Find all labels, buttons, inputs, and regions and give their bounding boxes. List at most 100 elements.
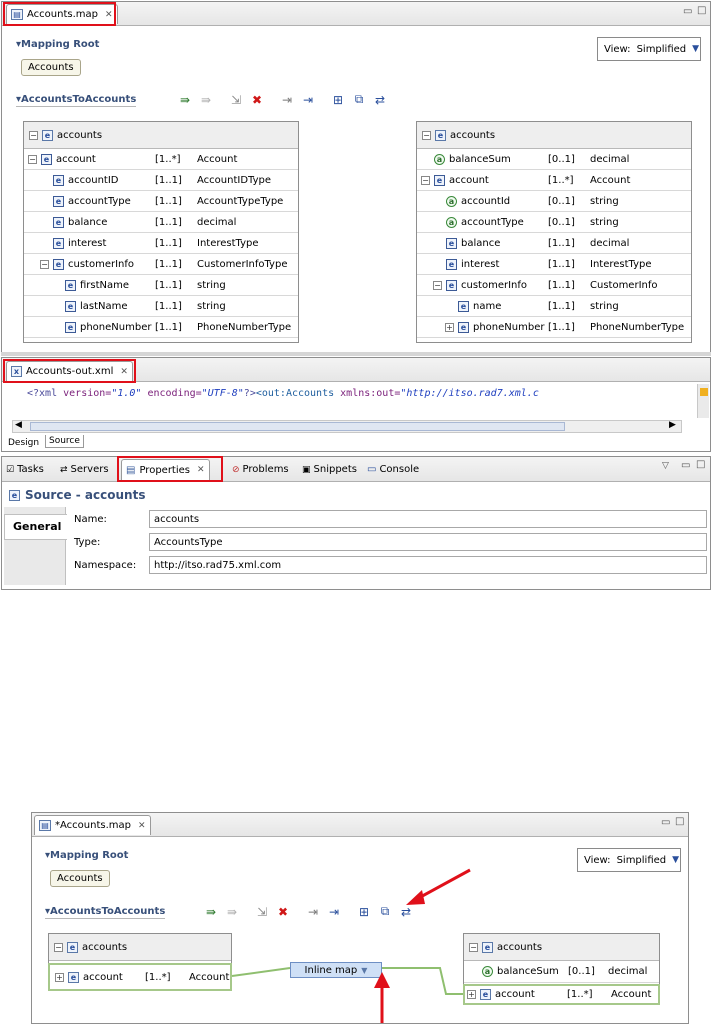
tree-row[interactable]: a balanceSum [0..1] decimal bbox=[417, 149, 691, 170]
delete-icon[interactable]: ✖ bbox=[276, 905, 290, 919]
field-namespace-input[interactable]: http://itso.rad75.xml.com bbox=[149, 556, 707, 574]
horizontal-scrollbar[interactable]: ◀ ▶ bbox=[12, 420, 682, 433]
tree-row[interactable]: e accountID [1..1] AccountIDType bbox=[24, 170, 298, 191]
field-name-input[interactable]: accounts bbox=[149, 510, 707, 528]
collapse-icon[interactable]: − bbox=[422, 130, 431, 140]
tree-row[interactable]: − e account [1..*] Account bbox=[24, 149, 298, 170]
target-tree-header[interactable]: − e accounts bbox=[417, 122, 691, 149]
tree-row[interactable]: − e account [1..*] Account bbox=[417, 170, 691, 191]
view-menu-icon[interactable]: ▽ bbox=[662, 461, 669, 471]
tab-design[interactable]: Design bbox=[8, 438, 39, 448]
go-source-icon[interactable]: ⇥ bbox=[280, 93, 294, 107]
view-selector[interactable]: View: Simplified ▼ bbox=[577, 848, 681, 872]
tree-row[interactable]: e balance [1..1] decimal bbox=[417, 233, 691, 254]
scroll-left-icon[interactable]: ◀ bbox=[15, 420, 22, 430]
tree-row[interactable]: e interest [1..1] InterestType bbox=[417, 254, 691, 275]
view-value: Simplified bbox=[616, 854, 667, 866]
inline-map-button[interactable]: Inline map ▼ bbox=[290, 962, 382, 978]
mapping-root-header[interactable]: ▾Mapping Root bbox=[45, 850, 128, 861]
arrow-to-toolbar bbox=[414, 868, 471, 902]
row-name-group: a accountType bbox=[433, 216, 524, 228]
attribute-icon: a bbox=[434, 153, 445, 165]
source-account-row[interactable]: + e account [1..*] Account bbox=[48, 963, 232, 991]
go-target-icon[interactable]: ⇥ bbox=[327, 905, 341, 919]
root-pill[interactable]: Accounts bbox=[50, 870, 110, 887]
maximize-icon[interactable]: □ bbox=[696, 459, 705, 470]
map-section-header[interactable]: ▾AccountsToAccounts bbox=[45, 906, 165, 917]
add-input-node-icon[interactable]: ⊞ bbox=[331, 93, 345, 107]
field-type-input[interactable]: AccountsType bbox=[149, 533, 707, 551]
maximize-icon[interactable]: □ bbox=[675, 816, 684, 827]
row-type: decimal bbox=[590, 153, 630, 165]
collapse-icon[interactable]: − bbox=[54, 942, 63, 952]
tab-snippets[interactable]: ▣ Snippets bbox=[302, 464, 357, 475]
swap-icon[interactable]: ⇄ bbox=[373, 93, 387, 107]
add-input-icon[interactable]: ⇲ bbox=[229, 93, 243, 107]
map-section-header[interactable]: ▾AccountsToAccounts bbox=[16, 94, 136, 105]
scroll-thumb[interactable] bbox=[30, 422, 565, 431]
view-selector[interactable]: View: Simplified ▼ bbox=[597, 37, 701, 61]
target-account-row[interactable]: + e account [1..*] Account bbox=[463, 984, 660, 1005]
mapping-root-header[interactable]: ▾Mapping Root bbox=[16, 39, 99, 50]
tree-row[interactable]: e balance [1..1] decimal bbox=[24, 212, 298, 233]
side-tab-general[interactable]: General bbox=[4, 514, 67, 540]
minimize-icon[interactable]: ▭ bbox=[683, 6, 692, 17]
expand-icon[interactable]: + bbox=[445, 322, 454, 332]
collapse-icon[interactable]: − bbox=[433, 280, 442, 290]
tree-row[interactable]: a balanceSum [0..1] decimal bbox=[464, 961, 659, 983]
schema-element-icon: e bbox=[68, 971, 79, 983]
tab-problems[interactable]: ⊘ Problems bbox=[232, 464, 289, 475]
tab-source[interactable]: Source bbox=[45, 435, 84, 448]
root-pill[interactable]: Accounts bbox=[21, 59, 81, 76]
go-target-icon[interactable]: ⇥ bbox=[301, 93, 315, 107]
row-name-group: a balanceSum bbox=[421, 153, 511, 165]
tree-row[interactable]: e accountType [1..1] AccountTypeType bbox=[24, 191, 298, 212]
add-input-node-icon[interactable]: ⊞ bbox=[357, 905, 371, 919]
schema-element-icon: e bbox=[446, 237, 457, 249]
tree-row[interactable]: e firstName [1..1] string bbox=[24, 275, 298, 296]
target-tree-header[interactable]: − e accounts bbox=[464, 934, 659, 961]
collapse-icon[interactable]: − bbox=[28, 154, 37, 164]
xml-val-encoding: "UTF-8" bbox=[201, 388, 244, 399]
tab-servers[interactable]: ⇄ Servers bbox=[60, 464, 109, 475]
create-mapping-icon[interactable]: ⇛ bbox=[204, 905, 218, 919]
xml-source-line[interactable]: <?xml version="1.0" encoding="UTF-8"?><o… bbox=[27, 388, 682, 402]
collapse-icon[interactable]: − bbox=[421, 175, 430, 185]
tree-row[interactable]: + e phoneNumber [1..1] PhoneNumberType bbox=[417, 317, 691, 338]
mapping-root-label: Mapping Root bbox=[21, 39, 100, 50]
schema-element-icon: e bbox=[435, 129, 446, 141]
collapse-icon[interactable]: − bbox=[40, 259, 49, 269]
minimize-icon[interactable]: ▭ bbox=[661, 817, 670, 828]
tab-accounts-map-dirty[interactable]: ▤ *Accounts.map ✕ bbox=[34, 815, 151, 835]
minimize-icon[interactable]: ▭ bbox=[681, 460, 690, 471]
attribute-icon: a bbox=[446, 195, 457, 207]
row-type: Account bbox=[611, 989, 652, 1000]
source-tree-header[interactable]: − e accounts bbox=[24, 122, 298, 149]
expand-icon[interactable]: + bbox=[55, 972, 64, 982]
go-source-icon[interactable]: ⇥ bbox=[306, 905, 320, 919]
tree-row[interactable]: e phoneNumber [1..1] PhoneNumberType bbox=[24, 317, 298, 338]
maximize-icon[interactable]: □ bbox=[697, 5, 706, 16]
tree-row[interactable]: − e customerInfo [1..1] CustomerInfoType bbox=[24, 254, 298, 275]
properties-title: e Source - accounts bbox=[9, 488, 145, 502]
close-icon[interactable]: ✕ bbox=[138, 821, 146, 831]
field-label-name: Name: bbox=[74, 514, 107, 525]
tab-tasks[interactable]: ☑ Tasks bbox=[6, 464, 44, 475]
delete-mapping-disabled-icon[interactable]: ⇛ bbox=[199, 93, 213, 107]
create-mapping-icon[interactable]: ⇛ bbox=[178, 93, 192, 107]
tree-row[interactable]: a accountId [0..1] string bbox=[417, 191, 691, 212]
tab-console[interactable]: ▭ Console bbox=[367, 464, 419, 475]
delete-mapping-disabled-icon[interactable]: ⇛ bbox=[225, 905, 239, 919]
tree-row[interactable]: e name [1..1] string bbox=[417, 296, 691, 317]
vertical-scrollbar[interactable] bbox=[697, 384, 709, 418]
source-tree-header[interactable]: − e accounts bbox=[49, 934, 231, 961]
tree-row[interactable]: − e customerInfo [1..1] CustomerInfo bbox=[417, 275, 691, 296]
delete-icon[interactable]: ✖ bbox=[250, 93, 264, 107]
add-input-icon[interactable]: ⇲ bbox=[255, 905, 269, 919]
tree-row[interactable]: e interest [1..1] InterestType bbox=[24, 233, 298, 254]
add-output-node-icon[interactable]: ⧉ bbox=[352, 92, 366, 107]
collapse-icon[interactable]: − bbox=[29, 130, 38, 140]
tree-row[interactable]: e lastName [1..1] string bbox=[24, 296, 298, 317]
scroll-right-icon[interactable]: ▶ bbox=[669, 420, 676, 430]
tree-row[interactable]: a accountType [0..1] string bbox=[417, 212, 691, 233]
